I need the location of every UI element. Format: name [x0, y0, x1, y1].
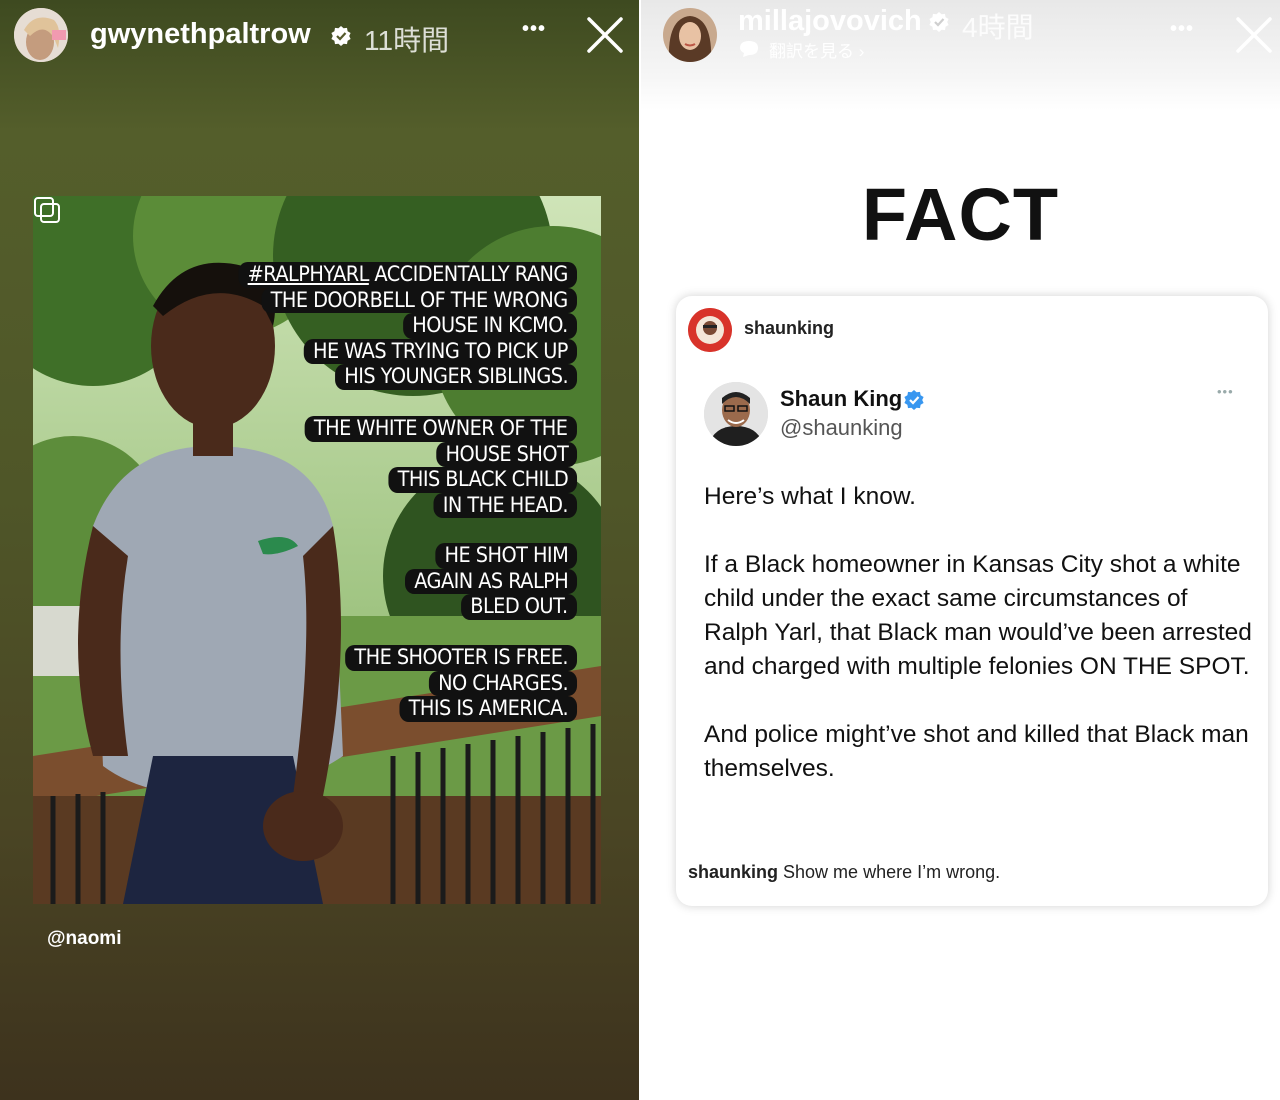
- caption-line: BLED OUT.: [461, 594, 577, 620]
- close-icon[interactable]: [1234, 15, 1274, 55]
- story-panel-millajovovich[interactable]: millajovovich 4時間 翻訳を見る › ••• FACT shaun…: [641, 0, 1280, 1100]
- more-icon[interactable]: •••: [1170, 18, 1194, 41]
- avatar[interactable]: [663, 8, 717, 62]
- caption-line: HOUSE IN KCMO.: [403, 313, 577, 339]
- caption-line: THE DOORBELL OF THE WRONG: [261, 287, 577, 313]
- mention-sticker[interactable]: @naomi: [47, 928, 121, 950]
- post-caption: shaunking Show me where I’m wrong.: [688, 862, 1000, 883]
- story-time: 11時間: [364, 25, 450, 56]
- avatar[interactable]: [14, 8, 68, 62]
- story-header: gwynethpaltrow 11時間 •••: [0, 0, 639, 72]
- story-photo: #RALPHYARL ACCIDENTALLY RANG THE DOORBEL…: [33, 196, 601, 904]
- caption-line: HOUSE SHOT: [435, 441, 577, 467]
- headline-text: FACT: [861, 173, 1060, 256]
- close-icon[interactable]: [585, 15, 625, 55]
- story-header: millajovovich 4時間 翻訳を見る › •••: [641, 0, 1280, 110]
- avatar[interactable]: [688, 308, 732, 352]
- caption-block-4: THE SHOOTER IS FREE. NO CHARGES. THIS IS…: [325, 645, 577, 722]
- caption-line: THIS IS AMERICA.: [399, 696, 577, 722]
- more-icon[interactable]: •••: [522, 18, 546, 41]
- caption-line: #RALPHYARL ACCIDENTALLY RANG: [238, 262, 577, 288]
- translate-icon[interactable]: [739, 40, 759, 58]
- caption-text: Show me where I’m wrong.: [783, 862, 1001, 882]
- post-author[interactable]: shaunking: [744, 318, 834, 339]
- translate-link[interactable]: 翻訳を見る ›: [769, 37, 864, 62]
- tweet-paragraph: Here’s what I know.: [704, 483, 916, 510]
- more-icon[interactable]: •••: [1217, 384, 1234, 399]
- shared-post-card[interactable]: shaunking Shaun King @shaunking ••• Here…: [676, 296, 1268, 906]
- verified-badge-icon: [929, 12, 949, 32]
- story-username[interactable]: gwynethpaltrow: [90, 18, 311, 51]
- reshare-icon[interactable]: [33, 196, 61, 224]
- caption-username[interactable]: shaunking: [688, 862, 778, 882]
- chevron-right-icon: ›: [858, 42, 865, 61]
- caption-block-3: HE SHOT HIM AGAIN AS RALPH BLED OUT.: [390, 543, 577, 620]
- caption-line: HE WAS TRYING TO PICK UP: [303, 338, 577, 364]
- story-username[interactable]: millajovovich: [738, 5, 922, 38]
- avatar[interactable]: [704, 382, 768, 446]
- caption-line: NO CHARGES.: [428, 670, 577, 696]
- caption-line: THIS BLACK CHILD: [387, 467, 577, 493]
- caption-line: THE WHITE OWNER OF THE: [305, 416, 577, 442]
- story-time: 4時間: [962, 12, 1034, 43]
- caption-line: HIS YOUNGER SIBLINGS.: [334, 364, 577, 390]
- caption-line: AGAIN AS RALPH: [404, 568, 577, 594]
- verified-badge-icon: [331, 26, 351, 46]
- tweet-display-name[interactable]: Shaun King: [780, 386, 902, 412]
- verified-badge-icon: [904, 390, 924, 410]
- caption-line: THE SHOOTER IS FREE.: [344, 645, 577, 671]
- tweet-handle[interactable]: @shaunking: [780, 415, 903, 441]
- tweet-body: Here’s what I know. If a Black homeowner…: [704, 480, 1252, 820]
- story-panel-gwynethpaltrow[interactable]: gwynethpaltrow 11時間 ••• #RALPHYARL ACCID…: [0, 0, 639, 1100]
- tweet-paragraph: If a Black homeowner in Kansas City shot…: [704, 551, 1252, 680]
- hashtag-ralphyarl[interactable]: #RALPHYARL: [248, 262, 370, 286]
- tweet-paragraph: And police might’ve shot and killed that…: [704, 721, 1249, 782]
- caption-block-2: THE WHITE OWNER OF THE HOUSE SHOT THIS B…: [281, 416, 577, 518]
- caption-line: IN THE HEAD.: [433, 492, 577, 518]
- caption-block-1: #RALPHYARL ACCIDENTALLY RANG THE DOORBEL…: [209, 262, 577, 390]
- caption-line: HE SHOT HIM: [434, 543, 577, 569]
